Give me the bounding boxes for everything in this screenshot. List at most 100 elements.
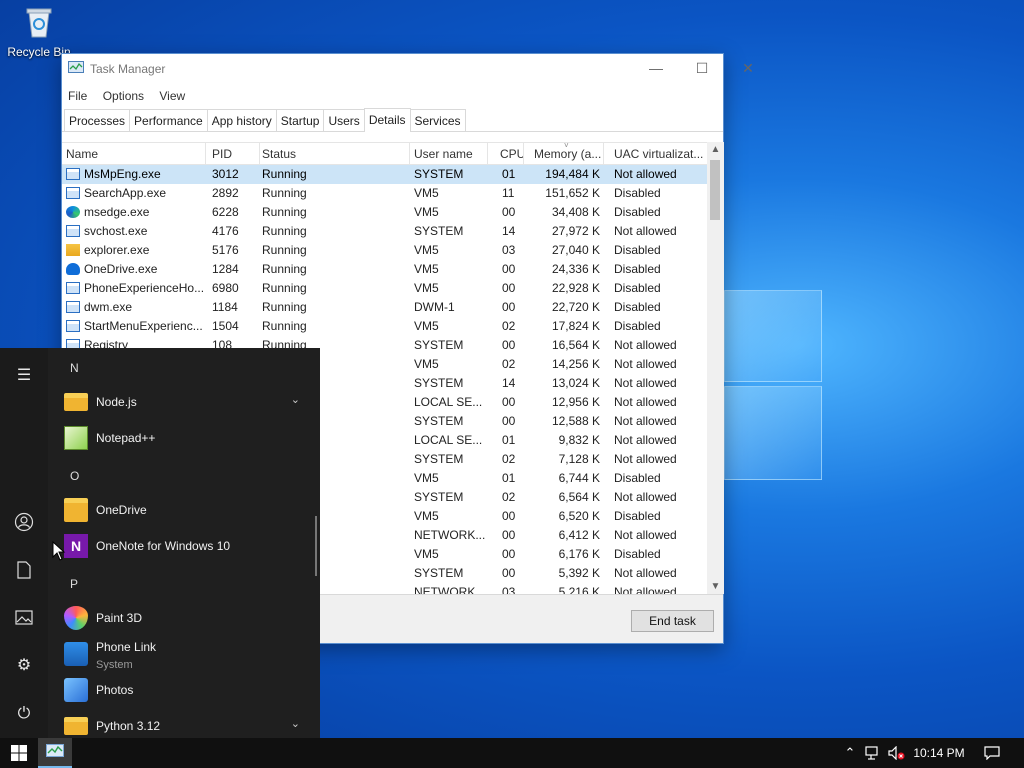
cell-name-text: msedge.exe	[84, 205, 150, 219]
cell-cpu: 14	[488, 374, 524, 393]
table-row[interactable]: svchost.exe 4176 Running SYSTEM 14 27,972 K No…	[62, 222, 707, 241]
table-row[interactable]: MsMpEng.exe 3012 Running SYSTEM 01 194,484 K N…	[62, 165, 707, 184]
cell-cpu: 03	[488, 241, 524, 260]
scrollbar-thumb[interactable]	[710, 160, 720, 220]
cell-pid: 1184	[208, 298, 260, 317]
column-header-name[interactable]: Name	[66, 143, 206, 165]
cell-memory-text: 17,824 K	[551, 319, 600, 333]
taskbar-task-manager-button[interactable]	[38, 738, 72, 768]
table-row[interactable]: explorer.exe 5176 Running VM5 03 27,040 K Disa…	[62, 241, 707, 260]
menu-file[interactable]: File	[68, 84, 87, 108]
table-row[interactable]: OneDrive.exe 1284 Running VM5 00 24,336 K Disa…	[62, 260, 707, 279]
letter-heading-p[interactable]: P	[48, 564, 320, 600]
menu-options[interactable]: Options	[103, 84, 144, 108]
cell-memory: 12,956 K	[528, 393, 604, 412]
cell-cpu-text: 03	[502, 585, 516, 594]
cell-memory: 22,720 K	[528, 298, 604, 317]
pictures-icon[interactable]	[12, 606, 36, 630]
power-icon[interactable]: ⏻	[12, 702, 36, 726]
volume-muted-icon[interactable]	[886, 738, 908, 768]
scroll-up-arrow-icon[interactable]: ▲	[707, 144, 724, 155]
cell-cpu-text: 00	[502, 281, 516, 295]
user-account-icon[interactable]	[12, 510, 36, 534]
tab-services[interactable]: Services	[409, 109, 466, 131]
cell-uac-virtualization-text: Not allowed	[614, 566, 677, 580]
documents-icon[interactable]	[12, 558, 36, 582]
app-paint-3d[interactable]: Paint 3D	[48, 600, 320, 636]
app-python[interactable]: Python 3.12 ⌄	[48, 708, 320, 738]
column-header-cpu[interactable]: CPU	[488, 143, 524, 165]
table-row[interactable]: dwm.exe 1184 Running DWM-1 00 22,720 K Disable…	[62, 298, 707, 317]
cell-memory-text: 6,564 K	[558, 490, 600, 504]
column-header-uac-virtualization[interactable]: UAC virtualizat...	[608, 143, 707, 165]
cell-cpu-text: 14	[502, 376, 516, 390]
start-menu-scrollbar[interactable]	[315, 516, 317, 576]
vertical-scrollbar[interactable]: ▲ ▼	[707, 142, 724, 594]
cell-user-name-text: LOCAL SE...	[414, 395, 483, 409]
app-phone-link[interactable]: Phone Link System	[48, 636, 320, 672]
cell-user-name: VM5	[410, 355, 488, 374]
app-onenote[interactable]: N OneNote for Windows 10	[48, 528, 320, 564]
cell-pid-text: 2892	[212, 186, 239, 200]
letter-heading-n[interactable]: N	[48, 348, 320, 384]
recycle-bin-desktop-icon[interactable]: Recycle Bin	[6, 6, 72, 59]
app-label: Photos	[96, 683, 134, 697]
cell-user-name: SYSTEM	[410, 336, 488, 355]
tab-details[interactable]: Details	[363, 108, 411, 132]
cell-memory-text: 14,256 K	[551, 357, 600, 371]
folder-icon	[64, 717, 88, 735]
column-header-pid[interactable]: PID	[208, 143, 260, 165]
letter-heading-o[interactable]: O	[48, 456, 320, 492]
show-hidden-icons-chevron-icon[interactable]: ⌃	[840, 738, 860, 768]
scroll-down-arrow-icon[interactable]: ▼	[707, 581, 724, 592]
hamburger-menu-icon[interactable]: ☰	[12, 364, 36, 388]
app-photos[interactable]: Photos	[48, 672, 320, 708]
cell-pid-text: 1284	[212, 262, 239, 276]
cell-status-text: Running	[262, 224, 307, 238]
column-header-user-name[interactable]: User name	[410, 143, 488, 165]
cell-cpu-text: 14	[502, 224, 516, 238]
cell-user-name: NETWORK...	[410, 583, 488, 594]
cell-pid: 3012	[208, 165, 260, 184]
end-task-button[interactable]: End task	[631, 610, 714, 632]
title-bar[interactable]: Task Manager — ☐ ✕	[62, 54, 754, 84]
table-row[interactable]: SearchApp.exe 2892 Running VM5 11 151,652 K Di…	[62, 184, 707, 203]
tab-app-history[interactable]: App history	[206, 109, 277, 131]
cell-status: Running	[258, 317, 410, 336]
tab-performance[interactable]: Performance	[129, 109, 208, 131]
close-button[interactable]: ✕	[725, 54, 771, 84]
cell-status-text: Running	[262, 167, 307, 181]
maximize-button[interactable]: ☐	[679, 54, 725, 84]
app-nodejs[interactable]: Node.js ⌄	[48, 384, 320, 420]
cell-cpu-text: 00	[502, 566, 516, 580]
column-header-status[interactable]: Status	[258, 143, 410, 165]
app-onedrive[interactable]: OneDrive	[48, 492, 320, 528]
cell-uac-virtualization-text: Not allowed	[614, 452, 677, 466]
cell-uac-virtualization: Disabled	[608, 298, 707, 317]
cell-cpu: 00	[488, 564, 524, 583]
table-row[interactable]: StartMenuExperienc... 1504 Running VM5 02 17,…	[62, 317, 707, 336]
tab-startup[interactable]: Startup	[275, 109, 325, 131]
tab-users[interactable]: Users	[323, 109, 365, 131]
settings-gear-icon[interactable]: ⚙	[12, 654, 36, 678]
cell-name-text: svchost.exe	[84, 224, 148, 238]
action-center-notification-icon[interactable]	[978, 738, 1006, 768]
cell-pid-text: 4176	[212, 224, 239, 238]
taskbar-clock[interactable]: 10:14 PM	[908, 738, 970, 768]
minimize-button[interactable]: —	[633, 54, 679, 84]
menu-view[interactable]: View	[159, 84, 185, 108]
table-row[interactable]: msedge.exe 6228 Running VM5 00 34,408 K Disabl…	[62, 203, 707, 222]
tab-processes[interactable]: Processes	[64, 109, 131, 131]
cell-user-name: SYSTEM	[410, 412, 488, 431]
chevron-down-icon[interactable]: ⌄	[291, 393, 300, 406]
cell-cpu: 03	[488, 583, 524, 594]
network-icon[interactable]	[862, 738, 884, 768]
cell-uac-virtualization-text: Not allowed	[614, 490, 677, 504]
cell-status-text: Running	[262, 243, 307, 257]
table-row[interactable]: PhoneExperienceHo... 6980 Running VM5 00 22,9…	[62, 279, 707, 298]
start-menu[interactable]: ☰ ⚙ ⏻ N Node.js ⌄ Notepad++ O OneDrive N	[0, 348, 320, 738]
chevron-down-icon[interactable]: ⌄	[291, 717, 300, 730]
cell-user-name-text: VM5	[414, 281, 439, 295]
app-notepad-plus-plus[interactable]: Notepad++	[48, 420, 320, 456]
start-button[interactable]	[0, 738, 38, 768]
